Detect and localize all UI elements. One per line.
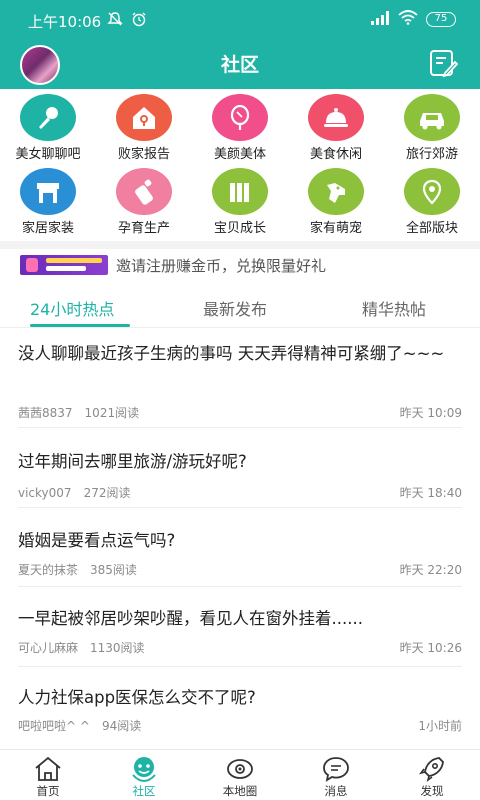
tab-latest[interactable]: 最新发布 [203,296,267,320]
category-item[interactable]: 宝贝成长 [192,163,288,236]
category-item[interactable]: 败家报告 [96,89,192,162]
post-meta: 可心儿麻麻 1130阅读 [18,639,145,656]
promo-text: 邀请注册赚金币，兑换限量好礼 [116,257,327,275]
message-icon [323,757,349,782]
bottom-nav: 首页 社区 本地圈 消息 发现 [0,749,480,800]
category-item[interactable]: 家有萌宠 [288,163,384,236]
category-item[interactable]: 全部版块 [384,163,480,236]
section-divider [0,241,480,249]
category-item[interactable]: 美颜美体 [192,89,288,162]
category-item[interactable]: 旅行郊游 [384,89,480,162]
mirror-icon [212,94,268,141]
post-author: 茜茜8837 [18,406,73,420]
nav-home[interactable]: 首页 [0,750,96,800]
home-icon [35,756,61,781]
page-title: 社区 [220,54,259,76]
category-item[interactable]: 家居家装 [0,163,96,236]
post-author: 夏天的抹茶 [18,563,79,577]
post-title: 人力社保app医保怎么交不了呢? [18,688,256,707]
promo-image [20,255,108,275]
wifi-icon [398,10,418,29]
post-meta: 夏天的抹茶 385阅读 [18,561,137,578]
post-time: 昨天 10:26 [399,641,462,655]
alarm-icon [130,10,148,32]
app-header: 上午10:06 75 社区 [0,0,480,89]
promo-banner[interactable]: 邀请注册赚金币，兑换限量好礼 [0,249,480,282]
compose-icon [430,50,459,78]
battery-indicator: 75 [426,12,456,27]
post-time: 昨天 10:09 [399,406,462,420]
post-author: vicky007 [18,486,72,500]
category-item[interactable]: 美女聊聊吧 [0,89,96,162]
bottle-icon [116,168,172,215]
post-author: 吧啦吧啦^ ^ [18,719,90,733]
post-author: 可心儿麻麻 [18,641,79,655]
post-reads: 385阅读 [90,563,137,577]
nav-messages[interactable]: 消息 [288,750,384,800]
nav-discover[interactable]: 发现 [384,750,480,800]
post-item[interactable]: 婚姻是要看点运气吗? 夏天的抹茶 385阅读 昨天 22:20 [18,529,462,587]
tab-indicator [30,324,130,327]
rocket-icon [419,757,444,782]
post-meta: 吧啦吧啦^ ^ 94阅读 [18,717,141,734]
post-item[interactable]: 人力社保app医保怎么交不了呢? 吧啦吧啦^ ^ 94阅读 1小时前 [18,686,462,742]
community-icon [132,757,156,782]
post-item[interactable]: 过年期间去哪里旅游/游玩好呢? vicky007 272阅读 昨天 18:40 [18,450,462,508]
dish-icon [308,94,364,141]
category-item[interactable]: 孕育生产 [96,163,192,236]
dog-icon [308,168,364,215]
car-icon [404,94,460,141]
nav-community[interactable]: 社区 [96,750,192,800]
category-grid: 美女聊聊吧 败家报告 美颜美体 美食休闲 旅行郊游 家居家装 孕育生产 宝贝成长… [0,89,480,241]
mute-icon [106,10,124,32]
tab-featured[interactable]: 精华热帖 [362,296,426,320]
store-icon [20,168,76,215]
post-item[interactable]: 一早起被邻居吵架吵醒，看见人在窗外挂着...... 可心儿麻麻 1130阅读 昨天… [18,607,462,667]
post-meta: vicky007 272阅读 [18,484,130,501]
post-title: 没人聊聊最近孩子生病的事吗 天天弄得精神可紧绷了~~~ [18,344,445,363]
post-reads: 272阅读 [83,486,131,500]
post-reads: 1021阅读 [84,406,140,420]
status-time: 上午10:06 [28,13,102,31]
compose-button[interactable] [428,48,459,78]
eye-icon [227,759,253,779]
post-time: 昨天 18:40 [399,486,462,500]
post-reads: 1130阅读 [90,641,145,655]
tab-hot-24h[interactable]: 24小时热点 [30,296,114,320]
post-time: 昨天 22:20 [399,563,462,577]
post-meta: 茜茜8837 1021阅读 [18,404,139,421]
post-title: 婚姻是要看点运气吗? [18,531,176,550]
post-title: 过年期间去哪里旅游/游玩好呢? [18,452,247,471]
category-item[interactable]: 美食休闲 [288,89,384,162]
shop-icon [116,94,172,141]
nav-local-circle[interactable]: 本地圈 [192,750,288,800]
status-bar: 上午10:06 75 [0,0,480,38]
microphone-icon [20,94,76,141]
post-time: 1小时前 [418,719,462,733]
post-reads: 94阅读 [101,719,142,733]
location-icon [404,168,460,215]
books-icon [212,168,268,215]
signal-icon [370,10,390,29]
feed-tabs: 24小时热点 最新发布 精华热帖 [0,290,480,328]
post-item[interactable]: 没人聊聊最近孩子生病的事吗 天天弄得精神可紧绷了~~~ 茜茜8837 1021阅读… [18,342,462,428]
post-title: 一早起被邻居吵架吵醒，看见人在窗外挂着...... [18,609,363,628]
